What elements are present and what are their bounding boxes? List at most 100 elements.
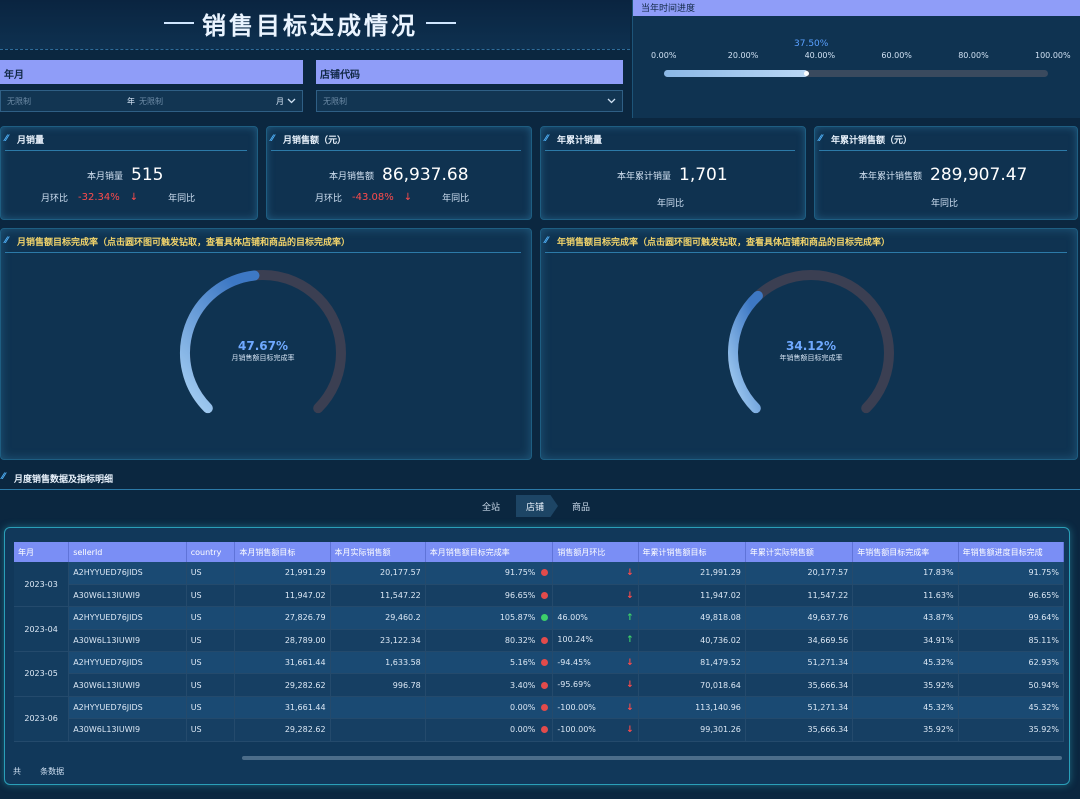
cell-mom: -95.69% ↓: [552, 673, 639, 697]
cell-seller-id: A30W6L13IUWI9: [68, 629, 187, 653]
table-row[interactable]: 2023-03 A2HYYUED76JIDS US 21,991.29 20,177.5…: [14, 562, 1065, 608]
kpi-title-text: 年累计销售额（元）: [831, 136, 913, 146]
cell-seller-id: A2HYYUED76JIDS: [68, 606, 187, 630]
cell-month-target: 11,947.02: [234, 584, 331, 608]
horizontal-scrollbar[interactable]: [242, 756, 1062, 760]
time-progress-label: 当年时间进度: [633, 0, 1080, 16]
row-count-footer: 共 条数据: [13, 766, 64, 777]
cell-year-actual: 51,271.34: [745, 651, 854, 675]
column-header[interactable]: 销售额月环比: [552, 542, 639, 562]
cell-country: US: [186, 651, 236, 675]
cell-month-rate: 0.00%: [425, 696, 554, 720]
month-suffix: 月: [276, 96, 284, 106]
cell-month-actual: [330, 696, 426, 720]
cell-month-target: 29,282.62: [234, 673, 331, 697]
status-dot-icon: [541, 681, 549, 689]
column-header[interactable]: sellerId: [68, 542, 187, 562]
month-rate-value: 0.00%: [509, 703, 536, 713]
kpi-card-title: ⁄⁄ 年累计销量: [545, 133, 795, 151]
title-slash-icon: ⁄⁄: [545, 134, 549, 144]
page-title-text: 销售目标达成情况: [202, 11, 418, 40]
gauge-sub-label: 年销售额目标完成率: [779, 354, 843, 362]
kpi-title-text: 年累计销量: [557, 136, 603, 146]
store-code-select[interactable]: 无限制: [316, 90, 623, 112]
breadcrumb-all-site[interactable]: 全站: [482, 500, 500, 513]
breadcrumb-store-label: 店铺: [526, 502, 545, 513]
footer-suffix: 条数据: [40, 767, 65, 776]
arrow-down-icon: ↓: [625, 680, 634, 691]
column-header[interactable]: 年销售额进度目标完成: [958, 542, 1065, 562]
table-row[interactable]: A30W6L13IUWI9 US 28,789.00 23,122.34 80.32% 1…: [14, 629, 1065, 653]
kpi-card-title: ⁄⁄ 月销售额（元）: [271, 133, 521, 151]
time-progress-panel: 当年时间进度: [632, 0, 1080, 118]
column-header[interactable]: 年累计实际销售额: [745, 542, 854, 562]
year-suffix: 年: [127, 96, 135, 106]
breadcrumb-product[interactable]: 商品: [572, 500, 590, 513]
cell-month-rate: 105.87%: [425, 606, 554, 630]
status-dot-icon: [541, 659, 549, 667]
cell-year-actual: 20,177.57: [745, 562, 854, 585]
column-header[interactable]: 年累计销售额目标: [638, 542, 746, 562]
mom-label: 月环比: [41, 194, 69, 204]
column-header[interactable]: 年销售额目标完成率: [852, 542, 959, 562]
cell-year-rate: 11.63%: [852, 584, 959, 608]
cell-month-target: 28,789.00: [234, 629, 331, 653]
table-row[interactable]: A30W6L13IUWI9 US 29,282.62 996.78 3.40% -95.6…: [14, 673, 1065, 697]
gauge-title-text: 月销售额目标完成率（点击圆环图可触发钻取，查看具体店铺和商品的目标完成率）: [17, 238, 351, 248]
time-progress-fill: [664, 70, 808, 77]
chevron-down-icon[interactable]: [287, 97, 296, 106]
table-header-row: 年月 sellerId country 本月销售额目标 本月实际销售额 本月销售额目标完成…: [14, 542, 1065, 562]
cell-mom: ↓: [552, 562, 639, 585]
cell-month-target: 27,826.79: [234, 606, 331, 630]
cell-country: US: [186, 673, 236, 697]
mom-value: -94.45%: [557, 657, 591, 667]
column-header[interactable]: 本月销售额目标完成率: [425, 542, 554, 562]
time-progress-tick: 40.00%: [804, 51, 836, 60]
store-code-placeholder: 无限制: [323, 96, 347, 106]
cell-year-target: 11,947.02: [638, 584, 746, 608]
table-row[interactable]: 2023-05 A2HYYUED76JIDS US 31,661.44 1,633.58…: [14, 651, 1065, 697]
kpi-card-annual-volume: ⁄⁄ 年累计销量 本年累计销量 1,701 年同比: [540, 126, 806, 220]
arrow-down-icon: ↓: [129, 192, 139, 203]
kpi-title-text: 月销售额（元）: [283, 136, 347, 146]
filter-year-month-label: 年月: [0, 60, 303, 84]
title-slash-icon: ⁄⁄: [2, 472, 6, 482]
title-deco-right: [426, 22, 456, 24]
cell-month-target: 31,661.44: [234, 651, 331, 675]
cell-seller-id: A2HYYUED76JIDS: [68, 562, 187, 585]
chevron-down-icon[interactable]: [607, 97, 616, 106]
column-header[interactable]: 年月: [14, 542, 70, 562]
column-header[interactable]: 本月实际销售额: [330, 542, 426, 562]
column-header[interactable]: country: [186, 542, 236, 562]
table-row[interactable]: A30W6L13IUWI9 US 29,282.62 0.00% -100.00% ↓ 99…: [14, 718, 1065, 742]
table-row[interactable]: 2023-06 A2HYYUED76JIDS US 31,661.44 0.00% -10…: [14, 696, 1065, 742]
mom-value: -95.69%: [557, 680, 591, 690]
arrow-down-icon: ↓: [625, 724, 634, 735]
status-dot-icon: [541, 704, 549, 712]
kpi-value: 1,701: [679, 165, 728, 185]
cell-month-actual: 1,633.58: [330, 651, 426, 675]
month-rate-value: 0.00%: [509, 725, 536, 735]
title-deco-left: [164, 22, 194, 24]
gauge-panel-monthly: ⁄⁄ 月销售额目标完成率（点击圆环图可触发钻取，查看具体店铺和商品的目标完成率）…: [0, 228, 532, 460]
cell-month-actual: 29,460.2: [330, 606, 426, 630]
cell-month-rate: 0.00%: [425, 718, 554, 742]
month-rate-value: 5.16%: [509, 658, 536, 668]
breadcrumb-store[interactable]: 店铺: [516, 495, 558, 517]
cell-year-actual: 35,666.34: [745, 718, 854, 742]
column-header[interactable]: 本月销售额目标: [234, 542, 331, 562]
month-rate-value: 96.65%: [504, 591, 536, 601]
yoy-label: 年同比: [657, 199, 685, 209]
cell-year-target: 70,018.64: [638, 673, 746, 697]
cell-year-progress: 99.64%: [958, 606, 1065, 630]
status-dot-icon: [541, 592, 549, 600]
cell-year-target: 40,736.02: [638, 629, 746, 653]
table-row[interactable]: A30W6L13IUWI9 US 11,947.02 11,547.22 96.65% ↓…: [14, 584, 1065, 608]
mom-value: 46.00%: [557, 612, 588, 622]
cell-month: 2023-04: [14, 606, 70, 653]
cell-mom: 100.24% ↑: [552, 629, 639, 653]
time-progress-tick: 20.00%: [727, 51, 759, 60]
mom-value: 100.24%: [557, 635, 593, 645]
table-row[interactable]: 2023-04 A2HYYUED76JIDS US 27,826.79 29,460.2…: [14, 606, 1065, 653]
year-month-range-input[interactable]: 无限制 年 无限制 月: [0, 90, 303, 112]
